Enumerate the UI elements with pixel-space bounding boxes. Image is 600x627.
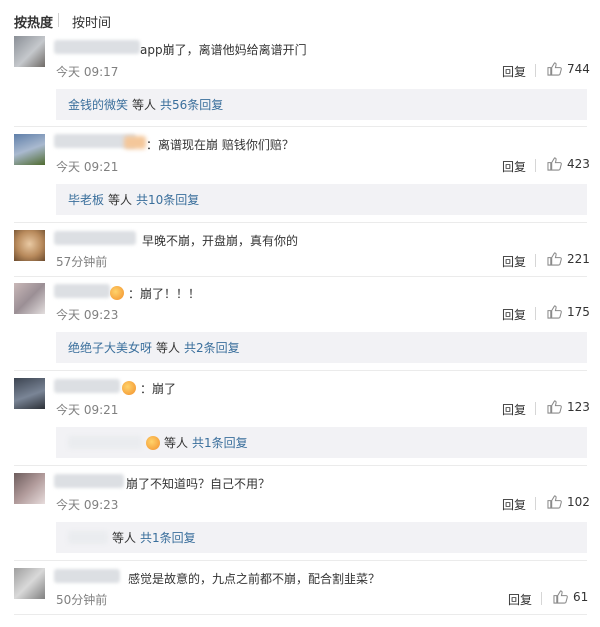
reply-button[interactable]: 回复 — [508, 591, 532, 608]
thumbs-up-icon — [553, 590, 568, 604]
comment-text-content: ：崩了！！！ — [128, 287, 201, 301]
reply-button[interactable]: 回复 — [502, 401, 526, 418]
comment-text: ：离谱现在崩 赔钱你们赔？ — [146, 138, 294, 152]
reply-etc: 等人 — [108, 193, 133, 207]
reply-button[interactable]: 回复 — [502, 158, 526, 175]
like-button[interactable]: 61 — [553, 590, 588, 604]
like-count: 61 — [573, 590, 589, 604]
like-button[interactable]: 744 — [547, 62, 590, 76]
divider — [14, 614, 587, 615]
avatar[interactable] — [14, 283, 45, 314]
reply-username[interactable]: 毕老板 — [68, 191, 104, 208]
comment-time: 今天 09:21 — [56, 403, 119, 417]
reply-count[interactable]: 共10条回复 — [136, 191, 199, 208]
reply-button[interactable]: 回复 — [502, 63, 526, 80]
thumbs-up-icon — [547, 252, 562, 266]
reply-etc: 等人 — [156, 341, 181, 355]
emoji-icon — [110, 286, 124, 300]
comment-time: 今天 09:23 — [56, 498, 119, 512]
separator — [535, 307, 536, 320]
reply-etc: 等人 — [112, 531, 137, 545]
reply-username[interactable]: 绝绝子大美女呀 — [68, 339, 152, 356]
separator — [541, 592, 542, 605]
avatar[interactable] — [14, 378, 45, 409]
thumbs-up-icon — [547, 495, 562, 509]
emoji-icon — [122, 381, 136, 395]
thumbs-up-icon — [547, 400, 562, 414]
comment-text: app崩了，离谱他妈给离谱开门 — [140, 43, 307, 57]
reply-summary[interactable]: 金钱的微笑 等人 共56条回复 — [56, 89, 587, 120]
like-button[interactable]: 123 — [547, 400, 590, 414]
like-button[interactable]: 423 — [547, 157, 590, 171]
thumbs-up-icon — [547, 62, 562, 76]
thumbs-up-icon — [547, 305, 562, 319]
like-count: 423 — [567, 157, 590, 171]
like-button[interactable]: 221 — [547, 252, 590, 266]
reply-count[interactable]: 共56条回复 — [160, 96, 223, 113]
separator — [535, 497, 536, 510]
reply-summary[interactable]: 毕老板 等人 共10条回复 — [56, 184, 587, 215]
reply-count[interactable]: 共1条回复 — [192, 434, 248, 451]
reply-username[interactable]: 金钱的微笑 — [68, 96, 128, 113]
like-button[interactable]: 175 — [547, 305, 590, 319]
sort-by-hot-tab[interactable]: 按热度 — [14, 12, 53, 31]
like-count: 221 — [567, 252, 590, 266]
comment-time: 今天 09:17 — [56, 65, 119, 79]
like-button[interactable]: 102 — [547, 495, 590, 509]
sort-by-time-tab[interactable]: 按时间 — [72, 12, 111, 31]
avatar[interactable] — [14, 230, 45, 261]
emoji-blurred — [124, 136, 146, 149]
separator — [535, 402, 536, 415]
reply-count[interactable]: 共2条回复 — [184, 339, 240, 356]
username-blurred[interactable] — [54, 569, 120, 583]
comment-text: 崩了不知道吗？自己不用？ — [126, 477, 271, 491]
reply-button[interactable]: 回复 — [502, 496, 526, 513]
comment-time: 今天 09:21 — [56, 160, 119, 174]
reply-button[interactable]: 回复 — [502, 253, 526, 270]
separator — [535, 159, 536, 172]
reply-summary[interactable]: 绝绝子大美女呀 等人 共2条回复 — [56, 332, 587, 363]
comment-text: 感觉是故意的，九点之前都不崩，配合割韭菜？ — [128, 572, 381, 586]
divider — [14, 276, 587, 277]
comment-text-content: ：崩了 — [140, 382, 177, 396]
avatar[interactable] — [14, 568, 45, 599]
avatar[interactable] — [14, 473, 45, 504]
divider — [14, 126, 587, 127]
username-blurred[interactable] — [54, 40, 140, 54]
like-count: 123 — [567, 400, 590, 414]
comment-text: ：崩了！！！ — [110, 285, 200, 302]
reply-etc: 等人 — [132, 98, 157, 112]
divider — [14, 465, 587, 466]
username-blurred[interactable] — [54, 231, 136, 245]
reply-count[interactable]: 共1条回复 — [140, 529, 196, 546]
reply-username-blurred[interactable] — [68, 436, 142, 449]
reply-username-blurred[interactable] — [68, 531, 108, 544]
comment-text: 早晚不崩，开盘崩，真有你的 — [142, 234, 299, 248]
emoji-icon — [146, 435, 160, 450]
username-blurred[interactable] — [54, 379, 120, 393]
username-blurred[interactable] — [54, 284, 110, 298]
comment-time: 50分钟前 — [56, 593, 108, 607]
like-count: 102 — [567, 495, 590, 509]
avatar[interactable] — [14, 36, 45, 67]
thumbs-up-icon — [547, 157, 562, 171]
divider — [14, 370, 587, 371]
divider — [14, 560, 587, 561]
separator — [535, 64, 536, 77]
comment-text: ：崩了 — [122, 380, 176, 397]
comment-time: 57分钟前 — [56, 255, 108, 269]
sort-divider — [58, 13, 59, 27]
reply-summary[interactable]: 等人 共1条回复 — [56, 427, 587, 458]
like-count: 175 — [567, 305, 590, 319]
reply-summary[interactable]: 等人 共1条回复 — [56, 522, 587, 553]
separator — [535, 254, 536, 267]
like-count: 744 — [567, 62, 590, 76]
avatar[interactable] — [14, 134, 45, 165]
comment-time: 今天 09:23 — [56, 308, 119, 322]
username-blurred[interactable] — [54, 474, 124, 488]
divider — [14, 222, 587, 223]
reply-button[interactable]: 回复 — [502, 306, 526, 323]
reply-etc: 等人 — [164, 436, 189, 450]
